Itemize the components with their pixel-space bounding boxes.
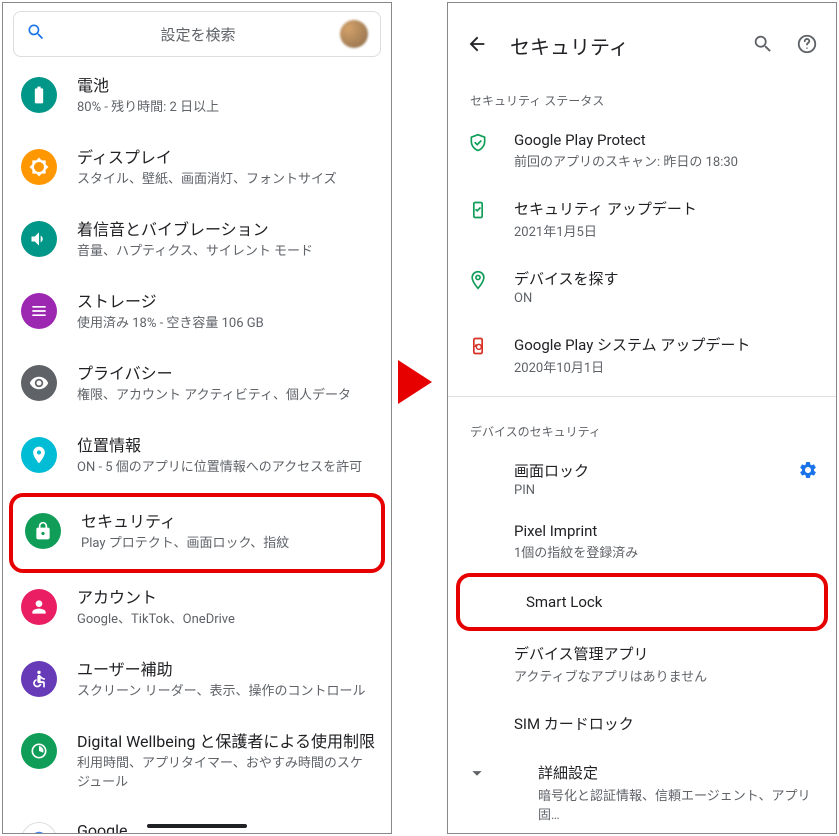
phone-check-icon — [466, 200, 490, 220]
setting-item-battery[interactable]: 電池 80% - 残り時間: 2 日以上 — [3, 61, 391, 133]
device-title: Pixel Imprint — [514, 522, 818, 540]
device-sub: 暗号化と認証情報、信頼エージェント、アプリ固… — [538, 785, 818, 823]
setting-sub: 80% - 残り時間: 2 日以上 — [77, 99, 375, 117]
status-item[interactable]: セキュリティ アップデート 2021年1月5日 — [448, 184, 836, 254]
setting-title: 位置情報 — [77, 435, 375, 457]
setting-item-lock[interactable]: セキュリティ Play プロテクト、画面ロック、指紋 — [13, 497, 381, 569]
device-item[interactable]: Smart Lock — [460, 577, 824, 627]
status-item[interactable]: Google Play システム アップデート 2020年10月1日 — [448, 320, 836, 390]
storage-icon — [21, 293, 57, 329]
status-sub: 2020年10月1日 — [514, 357, 818, 376]
security-screen: セキュリティ セキュリティ ステータス Google Play Protect 前… — [447, 2, 837, 834]
settings-list: 電池 80% - 残り時間: 2 日以上ディスプレイスタイル、壁紙、画面消灯、フォ… — [3, 61, 391, 834]
setting-title: セキュリティ — [81, 511, 371, 533]
setting-title: 着信音とバイブレーション — [77, 219, 375, 241]
setting-sub: Play プロテクト、画面ロック、指紋 — [81, 535, 371, 553]
section-status-label: セキュリティ ステータス — [448, 76, 836, 117]
update-icon — [466, 336, 490, 356]
device-item[interactable]: 画面ロック PIN — [448, 448, 836, 510]
device-item[interactable]: SIM カードロック — [448, 697, 836, 750]
setting-title: Digital Wellbeing と保護者による使用制限 — [77, 731, 375, 753]
status-item[interactable]: デバイスを探す ON — [448, 254, 836, 320]
setting-item-brightness[interactable]: ディスプレイスタイル、壁紙、画面消灯、フォントサイズ — [3, 133, 391, 205]
lock-icon — [25, 513, 61, 549]
setting-sub: スクリーン リーダー、表示、操作のコントロール — [77, 683, 375, 701]
setting-title: ユーザー補助 — [77, 659, 375, 681]
search-icon — [26, 22, 46, 46]
profile-avatar[interactable] — [340, 20, 368, 48]
setting-sub: Google、TikTok、OneDrive — [77, 611, 375, 629]
setting-item-accessibility[interactable]: ユーザー補助スクリーン リーダー、表示、操作のコントロール — [3, 645, 391, 717]
brightness-icon — [21, 149, 57, 185]
gear-icon[interactable] — [798, 460, 818, 480]
device-item[interactable]: 詳細設定暗号化と認証情報、信頼エージェント、アプリ固… — [448, 750, 836, 834]
account-icon — [21, 589, 57, 625]
header: セキュリティ — [448, 3, 836, 76]
divider — [448, 396, 836, 397]
setting-title: ディスプレイ — [77, 147, 375, 169]
search-button[interactable] — [752, 33, 774, 59]
status-list: Google Play Protect 前回のアプリのスキャン: 昨日の 18:3… — [448, 117, 836, 390]
device-sub: 1個の指紋を登録済み — [514, 542, 818, 561]
setting-item-privacy[interactable]: プライバシー権限、アカウント アクティビティ、個人データ — [3, 349, 391, 421]
help-button[interactable] — [796, 33, 818, 59]
wellbeing-icon — [21, 733, 57, 769]
chevron-down-icon — [466, 762, 490, 784]
page-title: セキュリティ — [510, 31, 730, 60]
status-title: Google Play システム アップデート — [514, 334, 818, 355]
nav-indicator — [147, 824, 247, 828]
setting-title: ストレージ — [77, 291, 375, 313]
device-title: 詳細設定 — [538, 762, 818, 783]
status-sub: 2021年1月5日 — [514, 221, 818, 240]
setting-sub: スタイル、壁紙、画面消灯、フォントサイズ — [77, 171, 375, 189]
status-sub: ON — [514, 291, 818, 306]
device-sub: アクティブなアプリはありません — [514, 666, 818, 685]
setting-item-wellbeing[interactable]: Digital Wellbeing と保護者による使用制限利用時間、アプリタイマ… — [3, 717, 391, 806]
setting-item-google[interactable]: Googleサービスと設定 — [3, 806, 391, 834]
setting-sub: 音量、ハプティクス、サイレント モード — [77, 243, 375, 261]
device-title: SIM カードロック — [514, 713, 818, 734]
device-title: デバイス管理アプリ — [514, 643, 818, 664]
setting-sub: ON - 5 個のアプリに位置情報へのアクセスを許可 — [77, 459, 375, 477]
setting-title: アカウント — [77, 587, 375, 609]
privacy-icon — [21, 365, 57, 401]
setting-sub: 利用時間、アプリタイマー、おやすみ時間のスケジュール — [77, 755, 375, 791]
status-sub: 前回のアプリのスキャン: 昨日の 18:30 — [514, 151, 818, 170]
device-list: 画面ロック PIN Pixel Imprint 1個の指紋を登録済み Smart Loc… — [448, 448, 836, 834]
arrow-right-icon — [398, 360, 432, 404]
location-icon — [21, 437, 57, 473]
status-title: セキュリティ アップデート — [514, 198, 818, 219]
search-placeholder: 設定を検索 — [56, 24, 340, 45]
setting-title: 電池 — [77, 75, 375, 97]
status-title: Google Play Protect — [514, 131, 818, 149]
shield-icon — [466, 133, 490, 153]
section-device-label: デバイスのセキュリティ — [448, 407, 836, 448]
volume-icon — [21, 221, 57, 257]
device-sub: PIN — [514, 483, 774, 498]
setting-item-location[interactable]: 位置情報 ON - 5 個のアプリに位置情報へのアクセスを許可 — [3, 421, 391, 493]
setting-item-account[interactable]: アカウント Google、TikTok、OneDrive — [3, 573, 391, 645]
status-title: デバイスを探す — [514, 268, 818, 289]
device-item[interactable]: デバイス管理アプリアクティブなアプリはありません — [448, 631, 836, 697]
accessibility-icon — [21, 661, 57, 697]
device-item[interactable]: Pixel Imprint 1個の指紋を登録済み — [448, 510, 836, 573]
google-icon — [21, 822, 57, 834]
setting-sub: 権限、アカウント アクティビティ、個人データ — [77, 387, 375, 405]
device-title: Smart Lock — [526, 593, 806, 611]
settings-main-screen: 設定を検索 電池 80% - 残り時間: 2 日以上ディスプレイスタイル、壁紙、画… — [2, 2, 392, 834]
pin-icon — [466, 270, 490, 290]
setting-item-volume[interactable]: 着信音とバイブレーション音量、ハプティクス、サイレント モード — [3, 205, 391, 277]
back-button[interactable] — [466, 33, 488, 59]
battery-icon — [21, 77, 57, 113]
search-bar[interactable]: 設定を検索 — [13, 11, 381, 57]
setting-title: プライバシー — [77, 363, 375, 385]
status-item[interactable]: Google Play Protect 前回のアプリのスキャン: 昨日の 18:3… — [448, 117, 836, 184]
setting-item-storage[interactable]: ストレージ使用済み 18% - 空き容量 106 GB — [3, 277, 391, 349]
setting-sub: 使用済み 18% - 空き容量 106 GB — [77, 315, 375, 333]
device-title: 画面ロック — [514, 460, 774, 481]
